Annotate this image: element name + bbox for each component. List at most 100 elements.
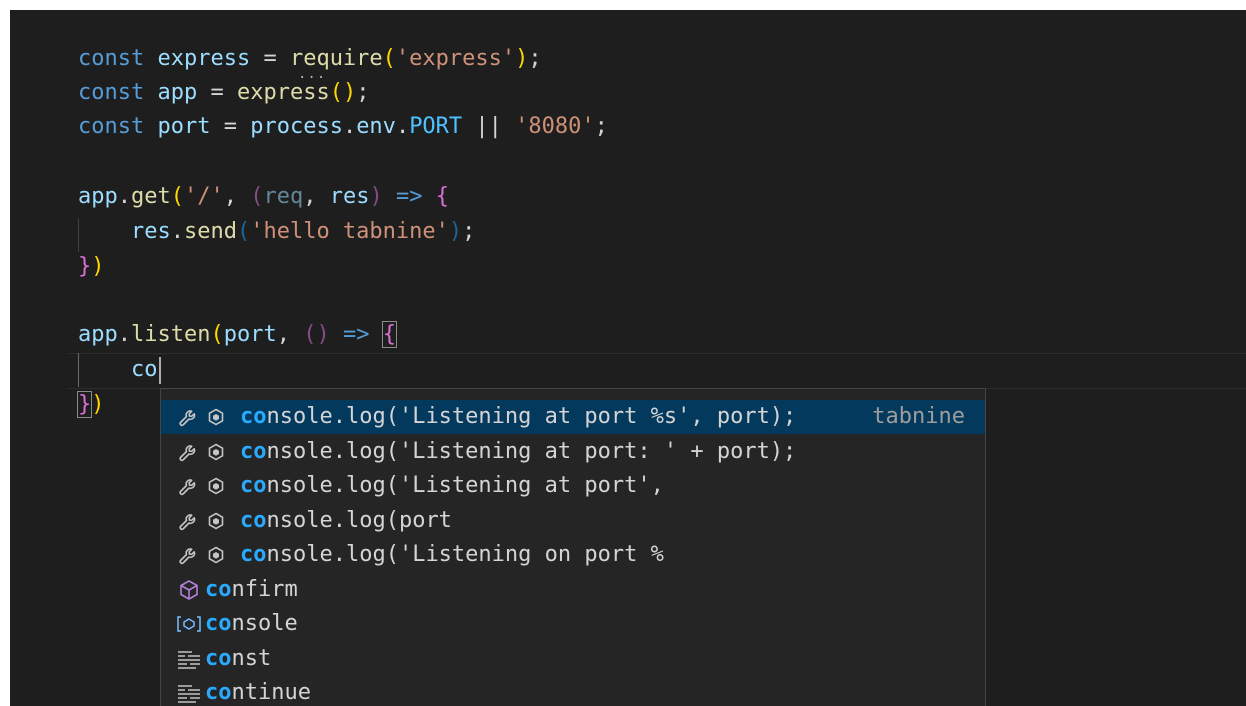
suggestion-item[interactable]: console.log('Listening on port % [161, 538, 985, 572]
code-line-2[interactable]: const app = express(); [78, 76, 369, 110]
tabnine-logo-icon [205, 400, 227, 434]
code-line-5[interactable]: app.get('/', (req, res) => { [78, 180, 449, 214]
code-token: = [210, 114, 251, 139]
code-token: ) [369, 184, 383, 209]
code-token: require [289, 46, 383, 71]
code-token: const [78, 46, 145, 71]
code-token: send [183, 219, 237, 244]
autocomplete-widget[interactable]: console.log('Listening at port %s', port… [160, 388, 986, 706]
code-token: = [250, 46, 290, 71]
suggestion-match: co [240, 542, 267, 567]
code-token: req [263, 184, 304, 209]
code-token: res [329, 184, 370, 209]
suggestion-rest: nsole.log('Listening on port % [266, 542, 664, 567]
suggestion-item[interactable]: const [161, 642, 985, 676]
suggestion-item[interactable]: console.log(port [161, 504, 985, 538]
code-token: res [130, 219, 171, 244]
tabnine-logo-icon [205, 504, 227, 538]
code-editor[interactable]: const express = require('express'); ··· … [10, 10, 1246, 706]
suggestion-label: continue [205, 676, 311, 706]
code-token: app [157, 80, 198, 105]
suggestion-rest: nsole.log('Listening at port: ' + port); [266, 438, 797, 464]
current-line-highlight [68, 353, 1246, 389]
suggestion-match: co [240, 438, 267, 464]
suggestion-label: confirm [205, 573, 298, 607]
code-token: ( [170, 184, 184, 209]
code-token: PORT [409, 114, 463, 139]
code-token: ( [382, 46, 396, 71]
code-token: env [356, 114, 396, 139]
suggestion-item[interactable]: console.log('Listening at port %s', port… [161, 400, 985, 434]
code-token: co [130, 357, 158, 382]
code-token: ; [356, 80, 370, 105]
code-line-11[interactable]: }) [76, 388, 105, 422]
suggestion-item[interactable]: console.log('Listening at port: ' + port… [161, 435, 985, 469]
suggestion-item[interactable]: continue [161, 676, 985, 706]
suggestion-label: console.log('Listening on port % [240, 538, 664, 572]
code-token: , [223, 184, 251, 209]
suggestion-detail: tabnine [872, 404, 965, 429]
code-token: . [342, 114, 357, 139]
code-token: process [250, 114, 343, 139]
code-token: express [157, 46, 251, 71]
code-token: ; [528, 46, 542, 71]
code-line-3[interactable]: const port = process.env.PORT || '8080'; [78, 110, 608, 144]
code-token: ) [342, 80, 357, 105]
code-token: app [78, 184, 118, 209]
code-token: const [78, 114, 145, 139]
code-token: '8080' [515, 114, 595, 139]
wrench-icon [175, 504, 203, 538]
code-token: listen [131, 322, 211, 347]
suggestion-label: console.log('Listening at port', [240, 469, 664, 503]
suggestion-item[interactable]: console.log('Listening at port', [161, 469, 985, 503]
code-token: 'hello tabnine' [250, 219, 449, 244]
code-token: } [76, 391, 93, 418]
code-line-10[interactable]: co [78, 353, 158, 387]
suggestion-rest: nst [231, 645, 272, 671]
code-token: ; [462, 219, 476, 244]
code-token: get [131, 184, 171, 209]
variable-icon [175, 607, 203, 641]
code-token: ( [210, 322, 224, 347]
code-token: || [462, 114, 516, 139]
code-token: => [382, 184, 436, 209]
code-token: = [197, 80, 237, 105]
wrench-icon [175, 469, 203, 503]
wrench-icon [175, 538, 203, 572]
code-token: . [117, 322, 131, 347]
code-token: app [78, 322, 118, 347]
code-line-7[interactable]: }) [78, 250, 105, 284]
suggestion-rest: nsole.log('Listening at port %s', port); [266, 404, 797, 429]
code-token: port [223, 322, 277, 347]
tabnine-logo-icon [205, 538, 227, 572]
suggestion-item[interactable]: confirm [161, 573, 985, 607]
suggestion-rest: nsole [231, 611, 298, 636]
code-token: ) [448, 219, 463, 244]
code-token: ) [316, 322, 330, 347]
suggestion-label: console.log(port [240, 504, 452, 538]
suggestion-item[interactable]: console [161, 607, 985, 641]
code-token: 'express' [395, 46, 516, 71]
suggestion-match: co [205, 576, 232, 602]
code-token: port [157, 114, 211, 139]
suggestion-label: console [205, 607, 298, 641]
keyword-icon [175, 642, 203, 676]
code-token: { [381, 321, 397, 348]
suggestion-rest: nsole.log('Listening at port', [266, 473, 664, 498]
code-token: } [78, 254, 92, 279]
suggestion-match: co [205, 611, 232, 636]
code-line-6[interactable]: res.send('hello tabnine'); [78, 215, 475, 249]
suggestion-label: console.log('Listening at port: ' + port… [240, 435, 796, 469]
text-cursor [159, 357, 161, 384]
code-token: { [435, 184, 449, 209]
suggestion-match: co [240, 404, 267, 429]
suggestion-rest: ntinue [231, 680, 311, 705]
code-token: ( [250, 184, 264, 209]
code-line-9[interactable]: app.listen(port, () => { [78, 318, 397, 352]
keyword-icon [175, 676, 203, 706]
